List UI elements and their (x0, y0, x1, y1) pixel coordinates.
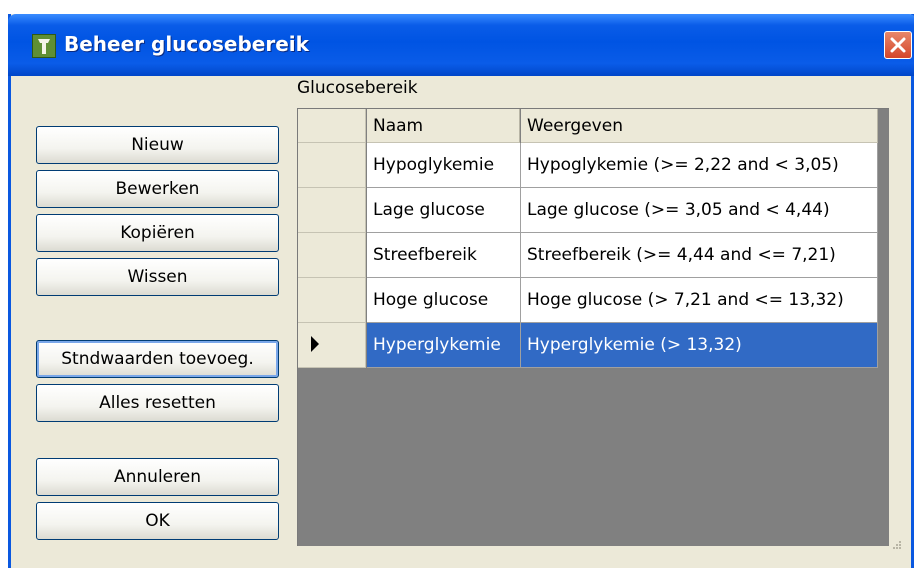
cell-naam[interactable]: Streefbereik (367, 233, 521, 278)
row-header[interactable] (298, 278, 366, 323)
row-header-selected[interactable] (298, 323, 366, 368)
header-corner (298, 109, 366, 143)
edit-button[interactable]: Bewerken (36, 170, 279, 208)
cell-weergeven[interactable]: Streefbereik (>= 4,44 and <= 7,21) (521, 233, 878, 278)
title-bar[interactable]: Beheer glucosebereik (8, 14, 914, 76)
cell-naam[interactable]: Hoge glucose (367, 278, 521, 323)
ok-button[interactable]: OK (36, 502, 279, 540)
cancel-button[interactable]: Annuleren (36, 458, 279, 496)
add-defaults-button[interactable]: Stndwaarden toevoeg. (36, 340, 279, 378)
resize-grip-icon[interactable] (892, 540, 902, 550)
close-button[interactable] (884, 31, 912, 59)
cell-weergeven[interactable]: Hypoglykemie (>= 2,22 and < 3,05) (521, 143, 878, 188)
row-header[interactable] (298, 233, 366, 278)
window-title: Beheer glucosebereik (64, 32, 309, 56)
row-header[interactable] (298, 143, 366, 188)
row-header[interactable] (298, 188, 366, 233)
group-label: Glucosebereik (297, 78, 418, 98)
new-button[interactable]: Nieuw (36, 126, 279, 164)
cell-weergeven-selected[interactable]: Hyperglykemie (> 13,32) (521, 323, 878, 368)
column-header-weergeven[interactable]: Weergeven (521, 109, 878, 143)
delete-button[interactable]: Wissen (36, 258, 279, 296)
close-icon (890, 37, 906, 53)
app-icon (32, 34, 56, 58)
cell-naam[interactable]: Lage glucose (367, 188, 521, 233)
glucose-range-grid[interactable]: Naam Weergeven Hypoglykemie Hypoglykemie… (297, 108, 889, 546)
row-pointer-icon (311, 336, 319, 352)
cell-weergeven[interactable]: Lage glucose (>= 3,05 and < 4,44) (521, 188, 878, 233)
column-header-naam[interactable]: Naam (367, 109, 520, 143)
cell-naam[interactable]: Hypoglykemie (367, 143, 521, 188)
copy-button[interactable]: Kopiëren (36, 214, 279, 252)
cell-naam-selected[interactable]: Hyperglykemie (367, 323, 521, 368)
reset-all-button[interactable]: Alles resetten (36, 384, 279, 422)
cell-weergeven[interactable]: Hoge glucose (> 7,21 and <= 13,32) (521, 278, 878, 323)
